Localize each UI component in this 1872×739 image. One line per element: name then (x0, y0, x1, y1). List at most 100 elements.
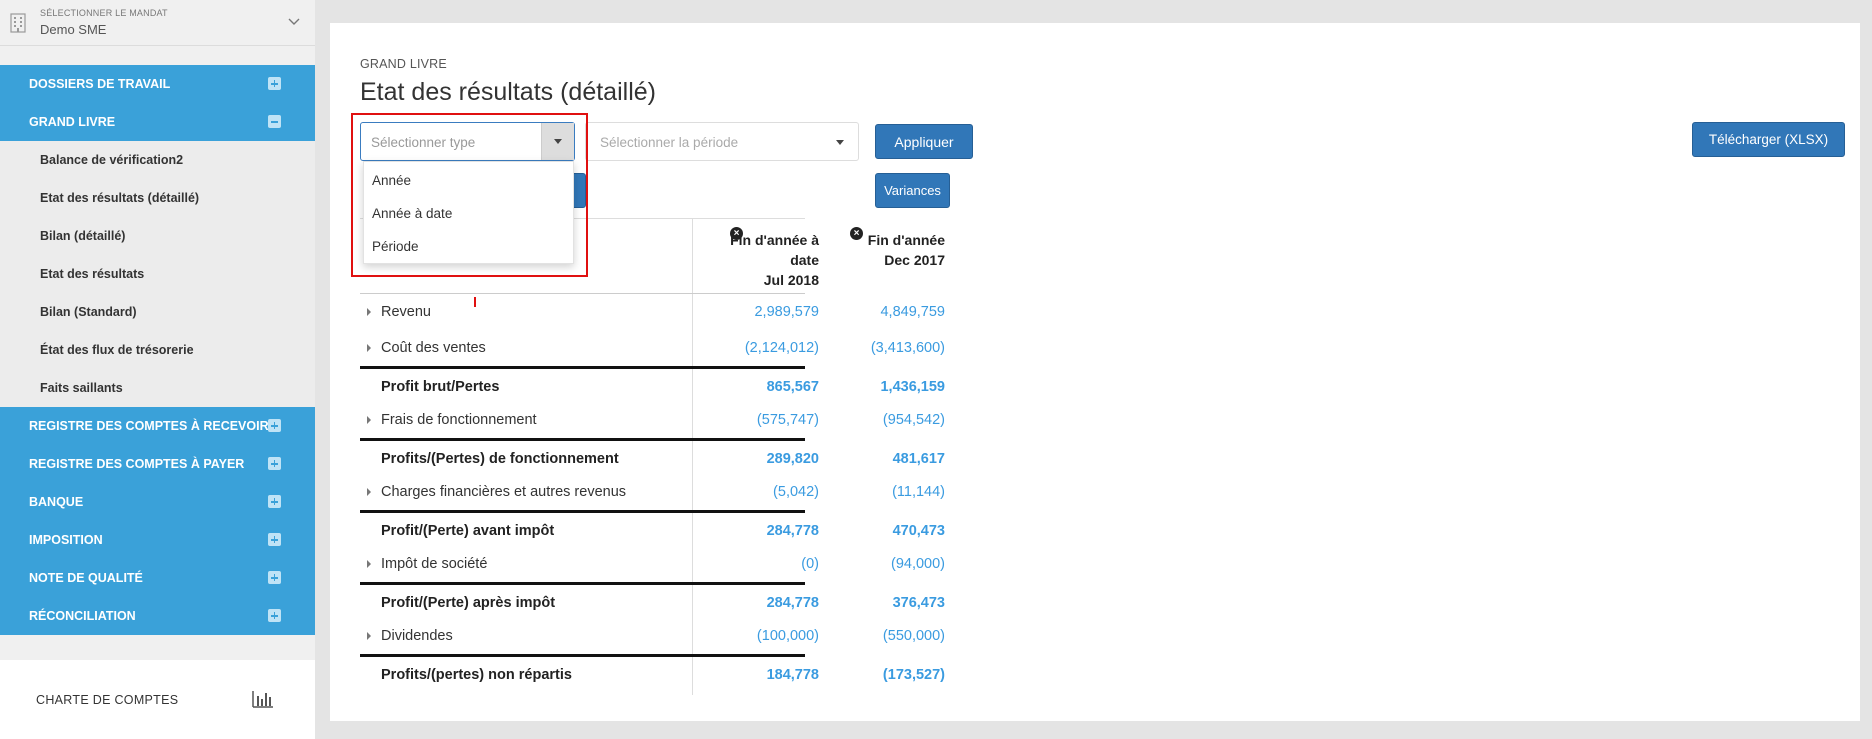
column-header-line: Jul 2018 (763, 272, 819, 288)
sidebar-item[interactable]: État des flux de trésorerie (0, 331, 315, 369)
row-value-ytd[interactable]: (5,042) (722, 484, 819, 500)
row-value-ytd[interactable]: 865,567 (722, 379, 819, 395)
table-row[interactable]: Revenu 2,989,579 4,849,759 (360, 294, 945, 330)
chart-of-accounts-label: CHARTE DE COMPTES (36, 693, 179, 707)
row-value-ytd[interactable]: (575,747) (722, 412, 819, 428)
sidebar-item[interactable]: Bilan (détaillé) (0, 217, 315, 255)
annotation-mark (474, 297, 476, 307)
period-select-placeholder: Sélectionner la période (600, 135, 739, 150)
dropdown-option-annee[interactable]: Année (364, 164, 573, 197)
row-label: Charges financières et autres revenus (381, 484, 627, 500)
row-value-ytd[interactable]: 289,820 (722, 451, 819, 467)
sidebar-section[interactable]: DOSSIERS DE TRAVAIL (0, 65, 315, 103)
sidebar-section-label: REGISTRE DES COMPTES À PAYER (29, 457, 245, 471)
row-value-year-end[interactable]: (173,527) (820, 667, 945, 683)
row-value-ytd[interactable]: 284,778 (722, 595, 819, 611)
chart-of-accounts-link[interactable]: CHARTE DE COMPTES (0, 660, 315, 739)
row-value-ytd[interactable]: (100,000) (722, 628, 819, 644)
row-label: Profit/(Perte) après impôt (381, 595, 556, 611)
sidebar-item[interactable]: Etat des résultats (détaillé) (0, 179, 315, 217)
mandat-label: SÉLECTIONNER LE MANDAT (40, 8, 168, 18)
sidebar-section-label: BANQUE (29, 495, 84, 509)
bar-chart-icon[interactable] (252, 690, 274, 708)
table-row[interactable]: Charges financières et autres revenus (5,… (360, 474, 945, 510)
expand-arrow-icon[interactable] (367, 560, 371, 568)
expand-arrow-icon[interactable] (367, 344, 371, 352)
row-value-ytd[interactable]: (2,124,012) (722, 340, 819, 356)
row-value-ytd[interactable]: (0) (722, 556, 819, 572)
plus-square-icon[interactable] (268, 419, 281, 432)
sidebar-section[interactable]: REGISTRE DES COMPTES À RECEVOIR (0, 407, 315, 445)
type-select[interactable]: Sélectionner type (360, 122, 575, 161)
sidebar-section[interactable]: RÉCONCILIATION (0, 597, 315, 635)
row-value-year-end[interactable]: 481,617 (820, 451, 945, 467)
caret-down-icon (836, 140, 844, 145)
table-row: Profits/(pertes) non répartis 184,778 (173… (360, 654, 945, 690)
column-header-line: date (790, 252, 819, 268)
expand-arrow-icon[interactable] (367, 416, 371, 424)
mandat-selector[interactable]: SÉLECTIONNER LE MANDAT Demo SME (0, 0, 315, 46)
type-select-placeholder: Sélectionner type (371, 135, 476, 150)
row-label: Profit brut/Pertes (381, 379, 500, 395)
sidebar-section[interactable]: REGISTRE DES COMPTES À PAYER (0, 445, 315, 483)
row-value-year-end[interactable]: (3,413,600) (820, 340, 945, 356)
sidebar-item[interactable]: Bilan (Standard) (0, 293, 315, 331)
table-row[interactable]: Frais de fonctionnement (575,747) (954,542… (360, 402, 945, 438)
dropdown-option-periode[interactable]: Période (364, 230, 573, 263)
column-header: Fin d'année Dec 2017 (820, 230, 945, 270)
column-header: Fin d'année à date Jul 2018 (722, 230, 819, 290)
row-label: Coût des ventes (381, 340, 486, 356)
row-value-year-end[interactable]: (94,000) (820, 556, 945, 572)
row-value-year-end[interactable]: (550,000) (820, 628, 945, 644)
row-value-year-end[interactable]: (954,542) (820, 412, 945, 428)
row-value-year-end[interactable]: 4,849,759 (820, 304, 945, 320)
breadcrumb: GRAND LIVRE (360, 57, 447, 71)
sidebar-item[interactable]: Faits saillants (0, 369, 315, 407)
row-value-ytd[interactable]: 184,778 (722, 667, 819, 683)
building-icon (10, 13, 26, 33)
row-value-year-end[interactable]: (11,144) (820, 484, 945, 500)
variances-button[interactable]: Variances (875, 173, 950, 208)
table-row[interactable]: Coût des ventes (2,124,012) (3,413,600) (360, 330, 945, 366)
plus-square-icon[interactable] (268, 457, 281, 470)
row-label: Profits/(pertes) non répartis (381, 667, 572, 683)
row-label: Impôt de société (381, 556, 488, 572)
sidebar-section[interactable]: NOTE DE QUALITÉ (0, 559, 315, 597)
dropdown-option-annee-a-date[interactable]: Année à date (364, 197, 573, 230)
row-value-year-end[interactable]: 376,473 (820, 595, 945, 611)
row-value-ytd[interactable]: 284,778 (722, 523, 819, 539)
sidebar-section[interactable]: GRAND LIVRE (0, 103, 315, 141)
plus-square-icon[interactable] (268, 533, 281, 546)
plus-square-icon[interactable] (268, 77, 281, 90)
column-header-line: Dec 2017 (884, 252, 945, 268)
expand-arrow-icon[interactable] (367, 632, 371, 640)
row-value-year-end[interactable]: 470,473 (820, 523, 945, 539)
row-value-year-end[interactable]: 1,436,159 (820, 379, 945, 395)
sidebar-section-label: IMPOSITION (29, 533, 103, 547)
row-label: Profits/(Pertes) de fonctionnement (381, 451, 619, 467)
apply-button[interactable]: Appliquer (875, 124, 973, 159)
sidebar-item[interactable]: Balance de vérification2 (0, 141, 315, 179)
minus-square-icon[interactable] (268, 115, 281, 128)
sidebar-section[interactable]: BANQUE (0, 483, 315, 521)
plus-square-icon[interactable] (268, 609, 281, 622)
table-row[interactable]: Dividendes (100,000) (550,000) (360, 618, 945, 654)
table-row: Profit/(Perte) après impôt 284,778 376,473 (360, 582, 945, 618)
expand-arrow-icon[interactable] (367, 308, 371, 316)
download-xlsx-button[interactable]: Télécharger (XLSX) (1692, 122, 1845, 157)
sidebar-section[interactable]: IMPOSITION (0, 521, 315, 559)
row-label: Profit/(Perte) avant impôt (381, 523, 555, 539)
table-row: Profit/(Perte) avant impôt 284,778 470,473 (360, 510, 945, 546)
table-row[interactable]: Impôt de société (0) (94,000) (360, 546, 945, 582)
row-label: Frais de fonctionnement (381, 412, 537, 428)
plus-square-icon[interactable] (268, 571, 281, 584)
plus-square-icon[interactable] (268, 495, 281, 508)
chevron-down-icon[interactable] (287, 15, 301, 29)
type-dropdown-menu: Année Année à date Période (363, 161, 574, 264)
page-title: Etat des résultats (détaillé) (360, 78, 656, 106)
expand-arrow-icon[interactable] (367, 488, 371, 496)
row-value-ytd[interactable]: 2,989,579 (722, 304, 819, 320)
sidebar-item[interactable]: Etat des résultats (0, 255, 315, 293)
caret-down-icon[interactable] (541, 123, 574, 160)
period-select[interactable]: Sélectionner la période (585, 122, 859, 161)
